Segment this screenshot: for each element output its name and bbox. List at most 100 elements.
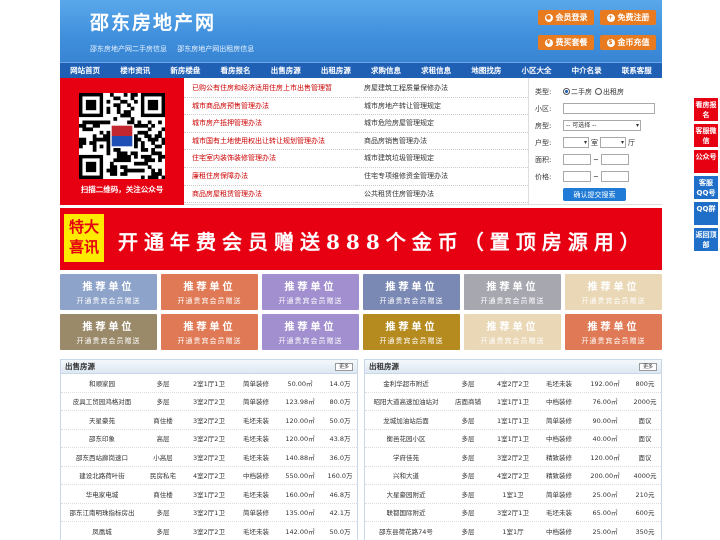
listing-name: 邵东县荷花路74号 [379,527,433,536]
policy-link[interactable]: 城市房地产转让管理规定 [356,98,528,116]
ad-slot[interactable]: 推荐单位 开通贵宾会员赠送 [161,314,258,350]
hall-select[interactable] [600,137,626,148]
area: 142.00㎡ [285,527,315,536]
register-button[interactable]: + 免费注册 [600,10,656,25]
area: 200.00㎡ [590,472,620,481]
nav-for-rent[interactable]: 出租房源 [321,65,351,76]
list-item[interactable]: 大星豪园附近 多层 1室1卫 简单装修 25.00㎡ 210元 [365,485,661,504]
policy-link[interactable]: 公共租赁住房管理办法 [356,186,528,204]
listing-panels: 出售房源 更多 和顺家园 多层 2室1厅1卫 简单装修 50.00㎡ 14.0万 皮具工贸园鸿… [60,359,662,540]
list-item[interactable]: 和顺家园 多层 2室1厅1卫 简单装修 50.00㎡ 14.0万 [61,374,357,393]
ad-slot[interactable]: 推荐单位 开通贵宾会员赠送 [464,274,561,310]
ad-slot[interactable]: 推荐单位 开通贵宾会员赠送 [60,314,157,350]
house-type-select[interactable]: -- 可选择 -- [563,120,641,131]
list-item[interactable]: 邵东印象 高层 3室2厅2卫 毛坯未装 120.00㎡ 43.8万 [61,430,357,448]
policy-link[interactable]: 已购公有住房和经济适用住房上市出售管理暂 [184,80,356,98]
ad-slot[interactable]: 推荐单位 开通贵宾会员赠送 [60,274,157,310]
recharge-button[interactable]: $ 金币充值 [600,35,656,50]
list-item[interactable]: 龙城加油站后面 多层 1室1厅1卫 简单装修 90.00㎡ 面议 [365,411,661,430]
site-title[interactable]: 邵东房地产网 [90,8,216,35]
nav-new-homes[interactable]: 新房楼盘 [170,65,200,76]
list-item[interactable]: 凤凰城 多层 3室2厅2卫 毛坯未装 142.00㎡ 50.0万 [61,522,357,540]
side-button[interactable]: 客服QQ号 [694,176,718,199]
layout: 3室2厅1卫 [193,509,225,518]
building-type: 多层 [461,472,475,481]
ad-slot[interactable]: 推荐单位 开通贵宾会员赠送 [565,314,662,350]
room-select[interactable] [563,137,589,148]
side-button[interactable]: 返回顶部 [694,228,718,251]
policy-link[interactable]: 商品房屋租赁管理办法 [184,186,356,204]
policy-link[interactable]: 住宅专项维修资金管理办法 [356,168,528,186]
ad-slot[interactable]: 推荐单位 开通贵宾会员赠送 [262,274,359,310]
list-item[interactable]: 邵东西站廊岗速口 小高层 3室2厅2卫 毛坯未装 140.88㎡ 36.0万 [61,448,357,467]
list-item[interactable]: 天星豪苑 商住楼 3室2厅2卫 毛坯未装 120.00㎡ 50.0万 [61,411,357,430]
link-rental[interactable]: 邵东房地产网出租房信息 [177,45,254,53]
policy-link[interactable]: 城市建筑垃圾管理规定 [356,150,528,168]
list-item[interactable]: 昭阳大道高速加油站对 店面商铺 1室1厅1卫 中档装修 76.00㎡ 2000元 [365,393,661,411]
nav-viewing-signup[interactable]: 看房报名 [221,65,251,76]
side-button[interactable]: 公众号 [694,150,718,173]
side-button[interactable]: 看房报名 [694,98,718,121]
decoration: 毛坯未装 [546,509,572,518]
list-item[interactable]: 衡邑花园小区 多层 1室1厅1卫 中档装修 40.00㎡ 面议 [365,430,661,448]
package-button[interactable]: ¥ 费买套餐 [538,35,594,50]
policy-link[interactable]: 城市危险房屋管理规定 [356,115,528,133]
ad-slot[interactable]: 推荐单位 开通贵宾会员赠送 [262,314,359,350]
list-item[interactable]: 邵东江南明珠指标房出 多层 3室2厅1卫 简单装修 135.00㎡ 42.1万 [61,504,357,522]
listing-name: 龙城加油站后面 [383,416,429,425]
size-max-input[interactable] [600,154,629,165]
policy-link[interactable]: 廉租住房保障办法 [184,168,356,186]
nav-home[interactable]: 网站首页 [70,65,100,76]
radio-rental[interactable] [595,88,602,95]
nav-news[interactable]: 楼市资讯 [120,65,150,76]
search-submit-button[interactable]: 确认提交搜索 [563,188,626,201]
policy-link[interactable]: 住宅室内装饰装修管理办法 [184,150,356,168]
login-button[interactable]: ● 会员登录 [538,10,594,25]
sale-more-button[interactable]: 更多 [335,363,353,371]
list-item[interactable]: 建设北路荷叶街 民房私宅 4室2厅2卫 中档装修 550.00㎡ 160.0万 [61,467,357,485]
policy-link[interactable]: 城市国有土地使用权出让转让规划管理办法 [184,133,356,151]
nav-map[interactable]: 地图找房 [471,65,501,76]
side-button[interactable]: QQ群 [694,202,718,225]
list-item[interactable]: 兴和大道 多层 4室2厅2卫 精致装修 200.00㎡ 4000元 [365,467,661,485]
policy-link[interactable]: 城市商品房预售管理办法 [184,98,356,116]
building-type: 店面商铺 [455,398,481,407]
promo-banner[interactable]: 特大喜讯 开通年费会员赠送888个金币（置顶房源用） [60,208,662,270]
ad-slot[interactable]: 推荐单位 开通贵宾会员赠送 [363,274,460,310]
price: 50.0万 [329,416,351,425]
ad-slot[interactable]: 推荐单位 开通贵宾会员赠送 [565,274,662,310]
nav-support[interactable]: 联系客服 [622,65,652,76]
ad-slot[interactable]: 推荐单位 开通贵宾会员赠送 [464,314,561,350]
link-second-hand[interactable]: 邵东房地产网二手房信息 [90,45,167,53]
nav-agents[interactable]: 中介名录 [572,65,602,76]
price-max-input[interactable] [600,171,629,182]
nav-for-sale[interactable]: 出售房源 [271,65,301,76]
policy-link[interactable]: 城市房产抵押管理办法 [184,115,356,133]
nav-communities[interactable]: 小区大全 [521,65,551,76]
area: 120.00㎡ [285,416,315,425]
list-item[interactable]: 邵东县荷花路74号 多层 1室1厅 中档装修 25.00㎡ 350元 [365,522,661,540]
nav-wanted-buy[interactable]: 求购信息 [371,65,401,76]
list-item[interactable]: 学府佳苑 多层 3室2厅2卫 精致装修 120.00㎡ 面议 [365,448,661,467]
community-input[interactable] [563,103,655,114]
size-min-input[interactable] [563,154,591,165]
ad-slot[interactable]: 推荐单位 开通贵宾会员赠送 [161,274,258,310]
rent-more-button[interactable]: 更多 [639,363,657,371]
ad-subtitle: 开通贵宾会员赠送 [581,337,646,345]
listing-name: 联都国际附近 [386,509,426,518]
list-item[interactable]: 华电家电城 商住楼 3室1厅2卫 毛坯未装 160.00㎡ 46.8万 [61,485,357,504]
side-button[interactable]: 客服微信 [694,124,718,147]
policy-link[interactable]: 房屋建筑工程质量保修办法 [356,80,528,98]
nav-wanted-rent[interactable]: 求租信息 [421,65,451,76]
radio-second-hand[interactable] [563,88,570,95]
site-header: 邵东房地产网 邵东房地产网二手房信息 邵东房地产网出租房信息 ● 会员登录 + 免费… [60,0,662,62]
building-type: 高层 [156,435,170,444]
policy-link[interactable]: 商品房销售管理办法 [356,133,528,151]
list-item[interactable]: 联都国际附近 多层 3室2厅1卫 毛坯未装 65.00㎡ 600元 [365,504,661,522]
ad-slot[interactable]: 推荐单位 开通贵宾会员赠送 [363,314,460,350]
list-item[interactable]: 皮具工贸园鸿格对面 多层 3室2厅2卫 简单装修 123.98㎡ 80.0万 [61,393,357,411]
list-item[interactable]: 金利华超市附近 多层 4室2厅2卫 毛坯未装 192.00㎡ 800元 [365,374,661,393]
area: 90.00㎡ [592,416,618,425]
price-tilde: ~ [593,172,599,181]
price-min-input[interactable] [563,171,591,182]
